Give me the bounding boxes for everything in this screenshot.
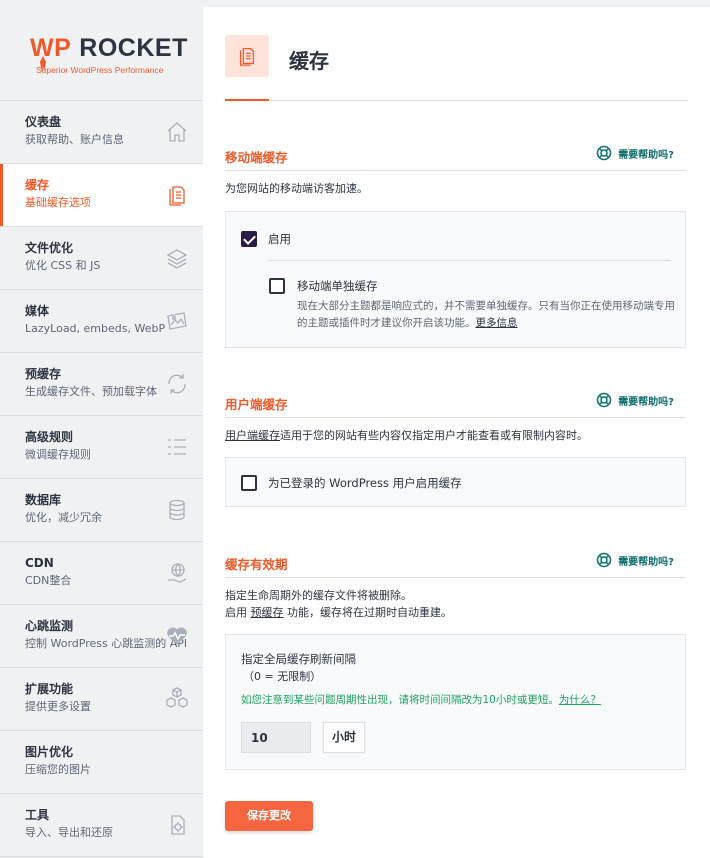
lifespan-field-label: 指定全局缓存刷新间隔 (241, 652, 356, 666)
lifespan-desc-line2: 启用 预缓存 功能，缓存将在过期时自动重建。 (225, 606, 452, 619)
lifespan-unit-select[interactable]: 小时 (323, 722, 365, 753)
sidebar-item-media[interactable]: 媒体 LazyLoad, embeds, WebP (0, 290, 203, 353)
boxes-icon (165, 687, 189, 711)
section-description: 为您网站的移动端访客加速。 (225, 182, 368, 195)
section-description: 指定生命周期外的缓存文件将被删除。 启用 预缓存 功能，缓存将在过期时自动重建。 (225, 587, 686, 621)
logo-wp: WP (30, 34, 72, 62)
more-info-link[interactable]: 更多信息 (476, 317, 518, 329)
help-link[interactable]: 需要帮助吗? (596, 552, 674, 568)
sidebar-item-dashboard[interactable]: 仪表盘 获取帮助、账户信息 (0, 101, 203, 164)
sidebar-item-preload[interactable]: 预缓存 生成缓存文件、预加载字体 (0, 353, 203, 416)
sidebar-item-heartbeat[interactable]: 心跳监测 控制 WordPress 心跳监测的 API (0, 605, 203, 668)
home-icon (165, 120, 189, 144)
section-title: 用户端缓存 (225, 397, 288, 412)
section-description: 用户端缓存适用于您的网站有些内容仅指定用户才能查看或有限制内容时。 (225, 429, 588, 442)
logo: WP ROCKET Superior WordPress Performance (0, 0, 203, 100)
list-icon (165, 435, 189, 459)
mobile-separate-label: 移动端单独缓存 (297, 279, 378, 293)
sidebar-item-cdn[interactable]: CDN CDN整合 (0, 542, 203, 605)
sidebar: WP ROCKET Superior WordPress Performance… (0, 0, 203, 858)
sidebar-item-addons[interactable]: 扩展功能 提供更多设置 (0, 668, 203, 731)
document-icon (225, 35, 269, 77)
sidebar-item-sub: 压缩您的图片 (25, 763, 91, 776)
heartbeat-icon (165, 624, 189, 648)
globe-hand-icon (165, 561, 189, 585)
logo-rocket: ROCKET (79, 34, 188, 62)
logo-tagline: Superior WordPress Performance (36, 65, 164, 75)
user-cache-checkbox[interactable] (241, 475, 257, 491)
sidebar-item-tools[interactable]: 工具 导入、导出和还原 (0, 794, 203, 857)
mobile-separate-description: 现在大部分主题都是响应式的，并不需要单独缓存。只有当你正在使用移动端专用的主题或… (297, 300, 675, 329)
help-link[interactable]: 需要帮助吗? (596, 392, 674, 408)
refresh-icon (165, 372, 189, 396)
help-label: 需要帮助吗? (618, 149, 674, 161)
mobile-cache-section: 移动端缓存 需要帮助吗? 为您网站的移动端访客加速。 启用 移动端单独缓存 现在… (225, 141, 686, 348)
preload-link[interactable]: 预缓存 (251, 606, 284, 619)
mobile-options-box: 启用 移动端单独缓存 现在大部分主题都是响应式的，并不需要单独缓存。只有当你正在… (225, 211, 686, 348)
mobile-enable-label: 启用 (268, 232, 291, 246)
lifebuoy-icon (596, 145, 612, 161)
database-icon (165, 498, 189, 522)
user-cache-link[interactable]: 用户端缓存 (225, 429, 280, 442)
cache-lifespan-section: 缓存有效期 需要帮助吗? 指定生命周期外的缓存文件将被删除。 启用 预缓存 功能… (225, 548, 686, 770)
mobile-enable-checkbox[interactable] (241, 231, 257, 247)
layers-icon (165, 246, 189, 270)
section-title: 移动端缓存 (225, 150, 288, 165)
page-title: 缓存 (289, 49, 329, 73)
help-label: 需要帮助吗? (618, 556, 674, 568)
tools-icon (165, 813, 189, 837)
lifespan-value-input[interactable]: 10 (241, 722, 311, 753)
lifebuoy-icon (596, 392, 612, 408)
help-link[interactable]: 需要帮助吗? (596, 145, 674, 161)
page-header: 缓存 (225, 7, 688, 101)
lifespan-desc-line1: 指定生命周期外的缓存文件将被删除。 (225, 589, 412, 602)
section-title: 缓存有效期 (225, 557, 288, 572)
sidebar-item-database[interactable]: 数据库 优化，减少冗余 (0, 479, 203, 542)
lifespan-options-box: 指定全局缓存刷新间隔 （0 = 无限制） 如您注意到某些问题周期性出现，请将时间… (225, 634, 686, 770)
sidebar-item-cache[interactable]: 缓存 基础缓存选项 (0, 164, 203, 227)
why-link[interactable]: 为什么？ (559, 694, 601, 706)
mobile-separate-checkbox[interactable] (269, 278, 285, 294)
sidebar-item-advanced-rules[interactable]: 高级规则 微调缓存规则 (0, 416, 203, 479)
sidebar-item-image-optimization[interactable]: 图片优化 压缩您的图片 (0, 731, 203, 794)
user-cache-label: 为已登录的 WordPress 用户启用缓存 (268, 476, 462, 490)
lifespan-field-hint: （0 = 无限制） (243, 670, 322, 683)
user-cache-section: 用户端缓存 需要帮助吗? 用户端缓存适用于您的网站有些内容仅指定用户才能查看或有… (225, 388, 686, 507)
image-icon (165, 309, 189, 333)
divider (268, 260, 671, 261)
header-underline (225, 99, 269, 101)
document-icon (165, 183, 189, 207)
sidebar-item-title: 图片优化 (25, 745, 74, 759)
lifebuoy-icon (596, 552, 612, 568)
sidebar-item-file-optimization[interactable]: 文件优化 优化 CSS 和 JS (0, 227, 203, 290)
user-options-box: 为已登录的 WordPress 用户启用缓存 (225, 457, 686, 507)
flame-icon (40, 56, 46, 72)
lifespan-warning: 如您注意到某些问题周期性出现，请将时间间隔改为10小时或更短。为什么？ (241, 694, 601, 706)
sidebar-nav: 仪表盘 获取帮助、账户信息 缓存 基础缓存选项 文件优化 优化 CSS 和 JS… (0, 100, 203, 857)
help-label: 需要帮助吗? (618, 396, 674, 408)
save-button[interactable]: 保存更改 (225, 801, 313, 831)
main-panel: 缓存 移动端缓存 需要帮助吗? 为您网站的移动端访客加速。 启用 移动端单独缓存… (203, 7, 710, 858)
